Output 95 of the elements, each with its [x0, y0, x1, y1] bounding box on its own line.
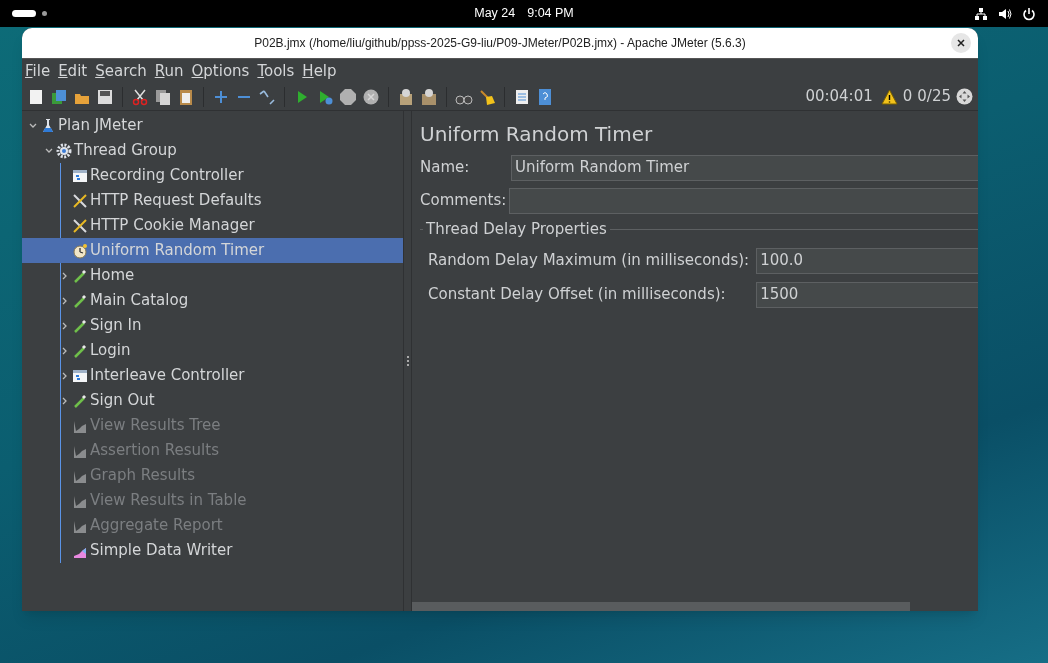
tree-label: View Results in Table — [90, 490, 247, 512]
power-icon[interactable] — [1022, 6, 1036, 21]
window-icon — [72, 167, 88, 184]
pipette-icon — [72, 342, 88, 359]
pipette-icon — [72, 317, 88, 334]
tree-label: HTTP Request Defaults — [90, 190, 262, 212]
tree-item[interactable]: Main Catalog — [22, 288, 403, 313]
tree-label: Plan JMeter — [58, 115, 143, 137]
tree-label: Uniform Random Timer — [90, 240, 265, 262]
templates-icon[interactable] — [50, 87, 68, 106]
flask-icon — [40, 117, 56, 134]
tree-label: Main Catalog — [90, 290, 189, 312]
tree-label: Simple Data Writer — [90, 540, 233, 562]
menu-item[interactable]: Tools — [257, 59, 295, 83]
tree-label: Interleave Controller — [90, 365, 245, 387]
tree-label: Home — [90, 265, 135, 287]
pipette-icon — [72, 292, 88, 309]
field-label: Comments: — [420, 190, 508, 212]
pipette-icon — [72, 392, 88, 409]
tools-icon — [72, 217, 88, 234]
chevron-down-icon[interactable] — [29, 121, 37, 130]
pipette-icon — [72, 267, 88, 284]
window-icon — [72, 367, 88, 384]
menu-item[interactable]: Options — [191, 59, 250, 83]
tree-label: Login — [90, 340, 131, 362]
copy-icon[interactable] — [154, 87, 172, 106]
tree-item[interactable]: Recording Controller — [22, 163, 403, 188]
tools-icon — [72, 192, 88, 209]
move-icon — [956, 88, 973, 105]
chevron-down-icon[interactable] — [45, 146, 53, 155]
tree-label: View Results Tree — [90, 415, 221, 437]
close-button[interactable] — [951, 33, 971, 53]
tree-label: HTTP Cookie Manager — [90, 215, 255, 237]
cut-icon[interactable] — [131, 87, 149, 106]
network-icon[interactable] — [974, 6, 988, 21]
clock-time[interactable]: 9:04 PM — [527, 4, 574, 23]
tree-item[interactable]: Plan JMeter — [22, 113, 403, 138]
section-title: Thread Delay Properties — [425, 219, 608, 240]
volume-icon[interactable] — [998, 6, 1012, 21]
stop-icon[interactable] — [339, 87, 357, 106]
tree-item[interactable]: Simple Data Writer — [22, 538, 403, 563]
menu-item[interactable]: Search — [95, 59, 147, 83]
warning-icon[interactable] — [880, 88, 898, 105]
chevron-right-icon[interactable] — [61, 371, 69, 380]
tree-item[interactable]: HTTP Request Defaults — [22, 188, 403, 213]
tree-label: Thread Group — [74, 140, 177, 162]
menu-item[interactable]: Help — [302, 59, 337, 83]
toggle-icon[interactable] — [258, 87, 276, 106]
delay-field[interactable]: 100.0 — [756, 247, 978, 274]
tree-label: Assertion Results — [90, 440, 219, 462]
chevron-right-icon[interactable] — [61, 321, 69, 330]
clear-icon[interactable] — [397, 87, 415, 106]
tree-item[interactable]: Login — [22, 338, 403, 363]
field-label: Random Delay Maximum (in milliseconds): — [428, 250, 751, 272]
new-file-icon[interactable] — [27, 87, 45, 106]
activities-indicator[interactable] — [12, 10, 36, 17]
tree-label: Aggregate Report — [90, 515, 223, 537]
tree-label: Sign Out — [90, 390, 155, 412]
chevron-right-icon[interactable] — [61, 271, 69, 280]
tree-label: Graph Results — [90, 465, 195, 487]
clock-date[interactable]: May 24 — [474, 4, 516, 23]
tree-item[interactable]: Thread Group — [22, 138, 403, 163]
gear-icon — [56, 142, 72, 159]
window-title: P02B.jmx (/home/liu/github/ppss-2025-G9-liu/P09-JMeter/P02B.jmx) - Apache JMeter (5.6.3) — [253, 35, 747, 52]
tree-item[interactable]: Home — [22, 263, 403, 288]
shutdown-icon[interactable] — [362, 87, 380, 106]
broom-icon[interactable] — [478, 87, 496, 106]
warning-count: 0 — [902, 86, 913, 108]
menu-item[interactable]: Edit — [58, 59, 88, 83]
name-field[interactable]: Uniform Random Timer — [511, 154, 978, 181]
menu-item[interactable]: File — [25, 59, 51, 83]
clear-all-icon[interactable] — [420, 87, 438, 106]
comments-field[interactable] — [509, 187, 978, 214]
elapsed-time: 00:04:01 — [805, 86, 873, 108]
delay-field[interactable]: 1500 — [756, 281, 978, 308]
tree-label: Sign In — [90, 315, 142, 337]
field-label: Constant Delay Offset (in milliseconds): — [428, 284, 727, 306]
help-icon[interactable] — [536, 87, 554, 106]
save-icon[interactable] — [96, 87, 114, 106]
tree-item[interactable]: HTTP Cookie Manager — [22, 213, 403, 238]
tree-label: Recording Controller — [90, 165, 244, 187]
close-icon — [957, 39, 965, 47]
thread-count: 0/25 — [917, 86, 951, 108]
menu-item[interactable]: Run — [154, 59, 184, 83]
tree-item[interactable]: Sign In — [22, 313, 403, 338]
chevron-right-icon[interactable] — [61, 296, 69, 305]
panel-title: Uniform Random Timer — [420, 121, 654, 148]
chevron-right-icon[interactable] — [61, 346, 69, 355]
stopwatch-icon — [72, 242, 88, 259]
paste-icon[interactable] — [177, 87, 195, 106]
tree-item[interactable]: Interleave Controller — [22, 363, 403, 388]
chevron-right-icon[interactable] — [61, 396, 69, 405]
tree-item[interactable]: Sign Out — [22, 388, 403, 413]
list-icon[interactable] — [513, 87, 531, 106]
field-label: Name: — [420, 157, 471, 179]
